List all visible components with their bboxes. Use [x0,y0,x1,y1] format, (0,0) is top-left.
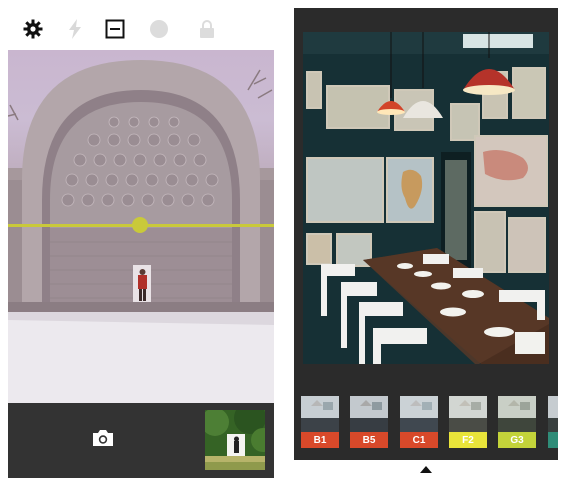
filter-option[interactable]: F2 [449,396,487,448]
camera-icon[interactable] [90,425,116,451]
camera-viewfinder[interactable] [8,50,274,403]
circle-icon[interactable] [148,18,170,40]
level-indicator[interactable] [132,217,148,233]
chevron-up-icon [420,465,432,473]
lock-icon[interactable] [196,18,218,40]
last-photo-thumbnail[interactable] [205,410,265,470]
camera-bottom-bar [8,403,274,478]
filter-label: G3 [498,432,536,448]
restaurant-photo [303,32,549,364]
gear-icon[interactable] [22,18,44,40]
filter-label: F2 [449,432,487,448]
filter-screen: B1 B5 C1 F2 G3 [294,8,558,478]
level-icon[interactable] [104,18,126,40]
filter-thumbnail [498,396,536,432]
filter-thumbnail [449,396,487,432]
filter-strip: B1 B5 C1 F2 G3 [294,388,558,458]
filter-thumbnail [350,396,388,432]
filter-thumbnail [400,396,438,432]
filter-thumbnail [301,396,339,432]
camera-toolbar [8,8,274,50]
screenshot-stage: B1 B5 C1 F2 G3 [0,0,562,480]
filter-thumbnail [548,396,558,432]
filter-label: B5 [350,432,388,448]
filter-option[interactable]: C1 [400,396,438,448]
filter-label: B1 [301,432,339,448]
filter-option-partial[interactable] [548,396,558,448]
camera-screen [8,8,274,478]
flash-icon[interactable] [64,18,86,40]
filter-drawer-handle[interactable] [294,460,558,478]
filter-label: C1 [400,432,438,448]
filter-option[interactable]: G3 [498,396,536,448]
filter-option[interactable]: B5 [350,396,388,448]
filter-option[interactable]: B1 [301,396,339,448]
filter-label-partial [548,432,558,448]
